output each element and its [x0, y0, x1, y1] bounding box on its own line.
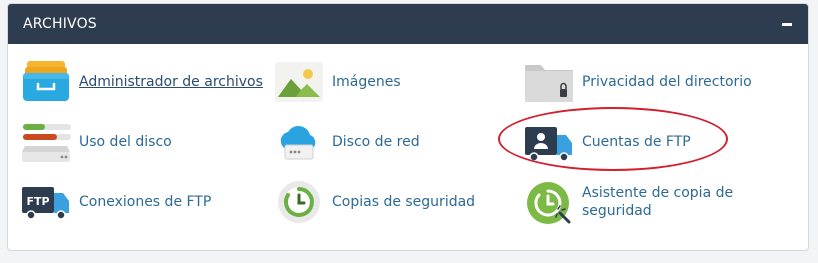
images-icon	[274, 59, 324, 105]
item-images[interactable]: Imágenes	[274, 57, 401, 107]
item-disk-usage[interactable]: Uso del disco	[21, 117, 172, 167]
ftp-connections-icon: FTP	[21, 179, 71, 225]
panel-title: ARCHIVOS	[23, 16, 97, 32]
item-label[interactable]: Conexiones de FTP	[79, 193, 211, 211]
file-manager-icon	[21, 59, 71, 105]
item-label[interactable]: Administrador de archivos	[79, 73, 263, 91]
item-web-disk[interactable]: Disco de red	[274, 117, 420, 167]
web-disk-icon	[274, 119, 324, 165]
item-label[interactable]: Copias de seguridad	[332, 193, 475, 211]
directory-privacy-icon	[524, 59, 574, 105]
item-backup[interactable]: Copias de seguridad	[274, 177, 475, 227]
item-directory-privacy[interactable]: Privacidad del directorio	[524, 57, 752, 107]
ftp-accounts-icon	[524, 119, 574, 165]
item-label[interactable]: Asistente de copia de seguridad	[582, 184, 752, 220]
ftp-badge-text: FTP	[26, 195, 49, 208]
item-ftp-accounts[interactable]: Cuentas de FTP	[524, 117, 691, 167]
item-label[interactable]: Imágenes	[332, 73, 401, 91]
item-label[interactable]: Disco de red	[332, 133, 420, 151]
collapse-button[interactable]	[780, 17, 794, 31]
item-label[interactable]: Cuentas de FTP	[582, 133, 691, 151]
item-backup-wizard[interactable]: Asistente de copia de seguridad	[524, 177, 752, 227]
files-panel: ARCHIVOS Administrador de archivos Imáge…	[7, 3, 809, 251]
item-ftp-connections[interactable]: FTP Conexiones de FTP	[21, 177, 211, 227]
minus-icon	[782, 22, 792, 26]
item-label[interactable]: Uso del disco	[79, 133, 172, 151]
item-label[interactable]: Privacidad del directorio	[582, 73, 752, 91]
backup-wizard-icon	[524, 179, 574, 225]
disk-usage-icon	[21, 119, 71, 165]
item-file-manager[interactable]: Administrador de archivos	[21, 57, 263, 107]
backup-icon	[274, 179, 324, 225]
panel-header[interactable]: ARCHIVOS	[8, 4, 808, 44]
